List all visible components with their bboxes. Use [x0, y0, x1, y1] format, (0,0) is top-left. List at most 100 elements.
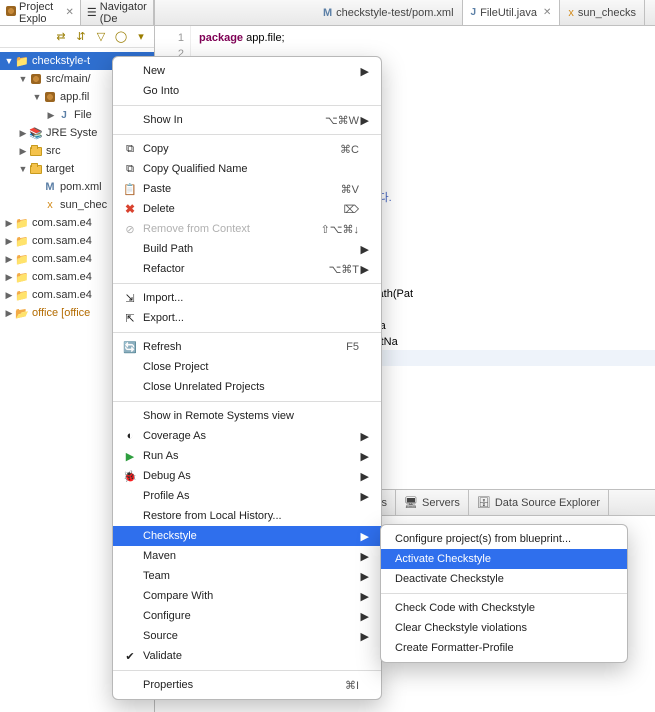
- submenu-item-activate-checkstyle[interactable]: Activate Checkstyle: [381, 549, 627, 569]
- menu-item-refresh[interactable]: 🔄RefreshF5: [113, 337, 381, 357]
- menu-item-import[interactable]: ⇲Import...: [113, 288, 381, 308]
- import-icon: ⇲: [121, 290, 139, 306]
- menu-item-close-unrelated-projects[interactable]: Close Unrelated Projects: [113, 377, 381, 397]
- package-icon: [42, 90, 58, 104]
- menu-item-delete[interactable]: ✖Delete⌦: [113, 199, 381, 219]
- menu-item-validate[interactable]: ✔Validate: [113, 646, 381, 666]
- menu-item-maven[interactable]: Maven▶: [113, 546, 381, 566]
- menu-item-label: Delete: [143, 203, 335, 215]
- bottom-tab-label: Servers: [422, 497, 460, 509]
- submenu-item-check-code-with-checkstyle[interactable]: Check Code with Checkstyle: [381, 598, 627, 618]
- filter-icon[interactable]: ▽: [94, 30, 108, 44]
- link-editor-icon[interactable]: ⇵: [74, 30, 88, 44]
- submenu-item-label: Clear Checkstyle violations: [395, 622, 527, 634]
- menu-item-refactor[interactable]: Refactor ⌥⌘T▶: [113, 259, 381, 279]
- submenu-item-clear-checkstyle-violations[interactable]: Clear Checkstyle violations: [381, 618, 627, 638]
- menu-item-label: Validate: [143, 650, 359, 662]
- blank-icon: [121, 628, 139, 644]
- menu-item-restore-from-local-history[interactable]: Restore from Local History...: [113, 506, 381, 526]
- editor-tab-sunchecks[interactable]: x sun_checks: [560, 0, 645, 25]
- menu-accelerator: ⌥⌘T: [329, 263, 359, 276]
- collapse-all-icon[interactable]: ⇄: [54, 30, 68, 44]
- xml-file-icon: x: [42, 198, 58, 212]
- working-set-icon: 📂: [14, 306, 30, 320]
- context-menu: New▶Go IntoShow In⌥⌘W▶⧉Copy⌘C⧉Copy Quali…: [112, 56, 382, 700]
- submenu-item-label: Activate Checkstyle: [395, 553, 491, 565]
- focus-icon[interactable]: ◯: [114, 30, 128, 44]
- menu-accelerator: ⌦: [343, 203, 359, 216]
- menu-item-run-as[interactable]: ▶Run As▶: [113, 446, 381, 466]
- tab-project-explorer[interactable]: Project Explo ✕: [0, 0, 81, 25]
- menu-item-label: Refactor: [143, 263, 321, 275]
- tab-datasource[interactable]: 🗄Data Source Explorer: [469, 490, 609, 515]
- view-tabstrip: Project Explo ✕ ☰ Navigator (De: [0, 0, 154, 26]
- maven-file-icon: M: [323, 7, 332, 19]
- menu-item-properties[interactable]: Properties⌘I: [113, 675, 381, 695]
- blank-icon: [121, 548, 139, 564]
- menu-item-label: Copy: [143, 143, 332, 155]
- menu-item-copy-qualified-name[interactable]: ⧉Copy Qualified Name: [113, 159, 381, 179]
- menu-item-build-path[interactable]: Build Path▶: [113, 239, 381, 259]
- debug-icon: 🐞: [121, 468, 139, 484]
- remove-icon: ⊘: [121, 221, 139, 237]
- menu-separator: [113, 401, 381, 402]
- menu-item-source[interactable]: Source▶: [113, 626, 381, 646]
- view-menu-icon[interactable]: ▾: [134, 30, 148, 44]
- menu-item-compare-with[interactable]: Compare With▶: [113, 586, 381, 606]
- project-icon: 📁: [14, 234, 30, 248]
- menu-accelerator: ⌘V: [341, 183, 359, 196]
- blank-icon: [121, 528, 139, 544]
- menu-item-team[interactable]: Team▶: [113, 566, 381, 586]
- checkstyle-submenu: Configure project(s) from blueprint... Ac…: [380, 524, 628, 663]
- tab-navigator[interactable]: ☰ Navigator (De: [81, 0, 154, 25]
- menu-item-label: Maven: [143, 550, 359, 562]
- submenu-arrow-icon: ▶: [359, 450, 369, 463]
- menu-item-go-into[interactable]: Go Into: [113, 81, 381, 101]
- blank-icon: [121, 508, 139, 524]
- submenu-arrow-icon: ▶: [359, 243, 369, 256]
- close-icon[interactable]: ✕: [66, 7, 74, 18]
- menu-item-label: Configure: [143, 610, 359, 622]
- editor-tab-pom[interactable]: M checkstyle-test/pom.xml: [315, 0, 463, 25]
- java-file-icon: J: [56, 108, 72, 122]
- submenu-arrow-icon: ▶: [359, 470, 369, 483]
- menu-item-coverage-as[interactable]: ◐Coverage As▶: [113, 426, 381, 446]
- submenu-item-create-formatter-profile[interactable]: Create Formatter-Profile: [381, 638, 627, 658]
- submenu-item-configure-project-s-from-blueprint[interactable]: Configure project(s) from blueprint...: [381, 529, 627, 549]
- menu-item-label: Close Project: [143, 361, 359, 373]
- menu-item-label: Team: [143, 570, 359, 582]
- close-icon[interactable]: ✕: [543, 7, 551, 18]
- source-folder-icon: [28, 72, 44, 86]
- editor-tab-fileutil[interactable]: J FileUtil.java ✕: [463, 0, 561, 25]
- submenu-arrow-icon: ▶: [359, 65, 369, 78]
- blank-icon: [121, 241, 139, 257]
- menu-item-configure[interactable]: Configure▶: [113, 606, 381, 626]
- menu-item-debug-as[interactable]: 🐞Debug As▶: [113, 466, 381, 486]
- menu-item-paste[interactable]: 📋Paste⌘V: [113, 179, 381, 199]
- menu-item-show-in[interactable]: Show In⌥⌘W▶: [113, 110, 381, 130]
- menu-item-checkstyle[interactable]: Checkstyle▶: [113, 526, 381, 546]
- submenu-item-deactivate-checkstyle[interactable]: Deactivate Checkstyle: [381, 569, 627, 589]
- menu-accelerator: ⌘C: [340, 143, 359, 156]
- menu-item-profile-as[interactable]: Profile As▶: [113, 486, 381, 506]
- blank-icon: [121, 408, 139, 424]
- menu-item-close-project[interactable]: Close Project: [113, 357, 381, 377]
- project-icon: 📁: [14, 252, 30, 266]
- menu-item-export[interactable]: ⇱Export...: [113, 308, 381, 328]
- blank-icon: [121, 83, 139, 99]
- menu-item-new[interactable]: New▶: [113, 61, 381, 81]
- paste-icon: 📋: [121, 181, 139, 197]
- menu-item-label: Export...: [143, 312, 359, 324]
- project-icon: 📁: [14, 216, 30, 230]
- menu-item-label: New: [143, 65, 359, 77]
- package-explorer-icon: [6, 6, 16, 19]
- run-icon: ▶: [121, 448, 139, 464]
- submenu-item-label: Configure project(s) from blueprint...: [395, 533, 571, 545]
- menu-item-show-in-remote-systems-view[interactable]: Show in Remote Systems view: [113, 406, 381, 426]
- menu-item-copy[interactable]: ⧉ Copy ⌘C: [113, 139, 381, 159]
- submenu-item-label: Check Code with Checkstyle: [395, 602, 535, 614]
- copy-icon: ⧉: [121, 141, 139, 157]
- blank-icon: [121, 359, 139, 375]
- tab-servers[interactable]: 🖥Servers: [396, 490, 469, 515]
- submenu-arrow-icon: ▶: [359, 263, 369, 276]
